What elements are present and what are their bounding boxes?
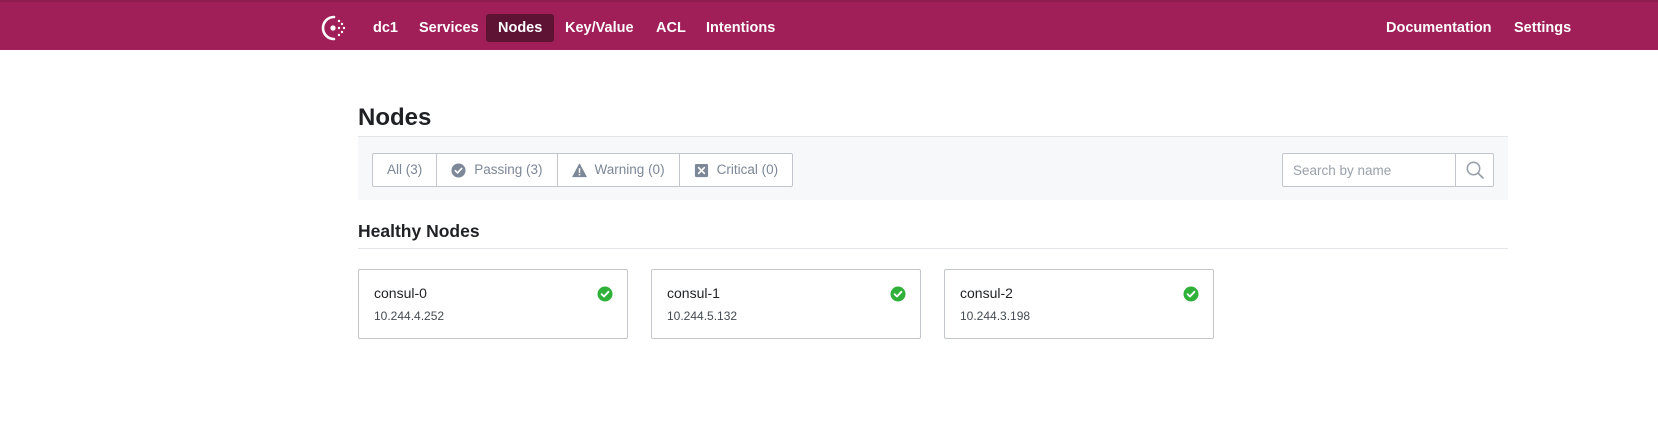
- passing-check-icon: [597, 286, 613, 302]
- search-box: [1282, 153, 1494, 187]
- datacenter-selector[interactable]: dc1: [361, 14, 410, 42]
- node-name: consul-2: [960, 285, 1013, 301]
- nav-item-key-value[interactable]: Key/Value: [553, 14, 646, 42]
- passing-check-icon: [890, 286, 906, 302]
- node-card[interactable]: consul-1 10.244.5.132: [651, 269, 921, 339]
- filter-warning[interactable]: Warning (0): [558, 154, 680, 186]
- consul-logo-icon[interactable]: [320, 14, 348, 42]
- nav-item-intentions[interactable]: Intentions: [694, 14, 787, 42]
- node-address: 10.244.5.132: [667, 309, 738, 323]
- filter-all[interactable]: All (3): [373, 154, 438, 186]
- filter-critical-label: Critical (0): [716, 162, 779, 177]
- filter-passing-label: Passing (3): [474, 162, 543, 177]
- nav-item-services[interactable]: Services: [407, 14, 491, 42]
- node-name: consul-1: [667, 285, 720, 301]
- page-title: Nodes: [358, 104, 432, 131]
- node-name: consul-0: [374, 285, 427, 301]
- filter-all-label: All (3): [387, 162, 423, 177]
- search-icon: [1466, 161, 1484, 179]
- filter-critical[interactable]: Critical (0): [680, 154, 793, 186]
- nav-item-documentation[interactable]: Documentation: [1374, 14, 1504, 42]
- node-card[interactable]: consul-2 10.244.3.198: [944, 269, 1214, 339]
- filter-bar: All (3) Passing (3) Warning (0) Critical…: [358, 136, 1508, 200]
- warning-triangle-icon: [571, 163, 587, 177]
- search-button[interactable]: [1455, 154, 1493, 186]
- nav-item-acl[interactable]: ACL: [644, 14, 698, 42]
- filter-warning-label: Warning (0): [594, 162, 665, 177]
- passing-check-icon: [1183, 286, 1199, 302]
- nav-item-nodes[interactable]: Nodes: [486, 14, 555, 42]
- node-address: 10.244.3.198: [960, 309, 1031, 323]
- section-title-healthy-nodes: Healthy Nodes: [358, 221, 480, 241]
- passing-check-icon: [451, 162, 466, 178]
- search-input[interactable]: [1283, 154, 1455, 186]
- node-card[interactable]: consul-0 10.244.4.252: [358, 269, 628, 339]
- section-divider: [358, 248, 1508, 249]
- filter-passing[interactable]: Passing (3): [437, 154, 558, 186]
- nav-item-settings[interactable]: Settings: [1502, 14, 1583, 42]
- top-navigation: dc1 Services Nodes Key/Value ACL Intenti…: [0, 0, 1658, 50]
- status-filter-group: All (3) Passing (3) Warning (0) Critical…: [372, 153, 794, 187]
- node-address: 10.244.4.252: [374, 309, 445, 323]
- critical-x-icon: [694, 163, 708, 177]
